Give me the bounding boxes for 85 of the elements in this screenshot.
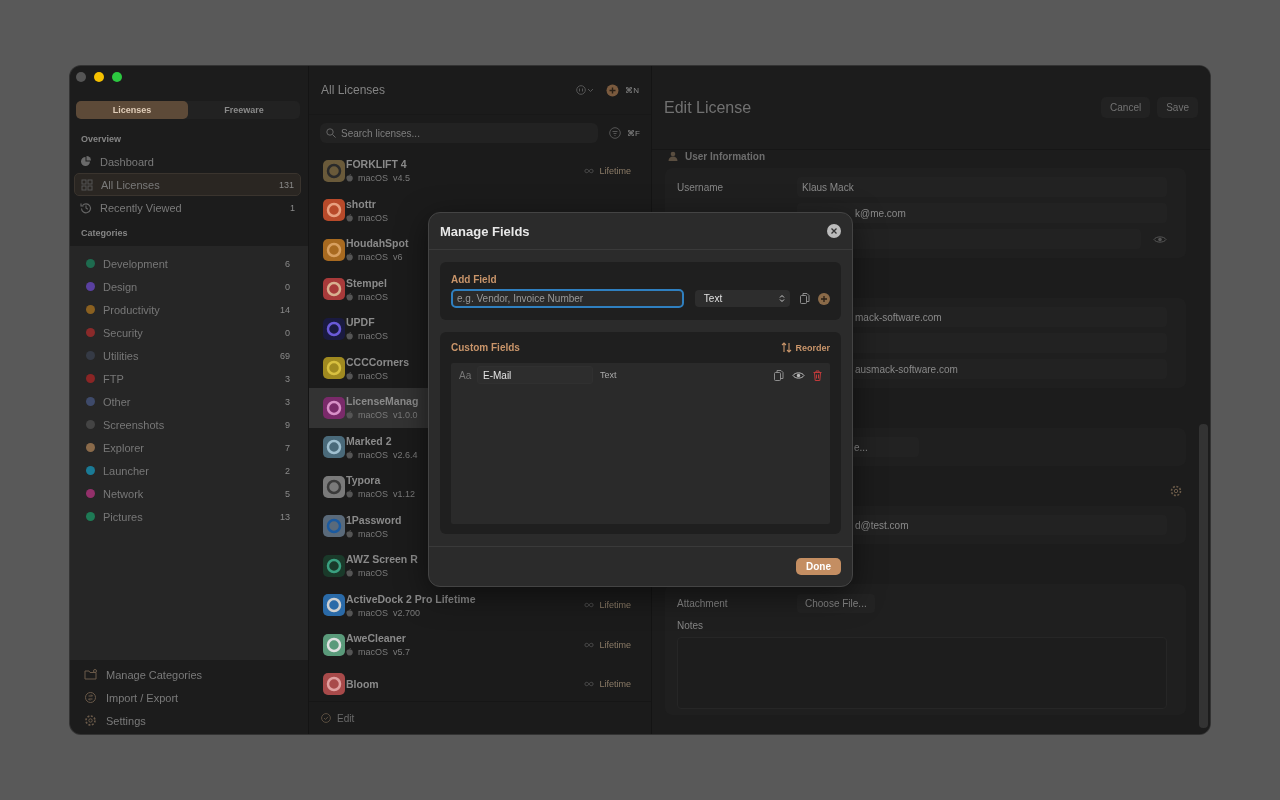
category-label: Screenshots: [103, 418, 166, 431]
category-count: 0: [285, 327, 290, 338]
field-label: Notes: [677, 618, 705, 633]
category-count: 3: [285, 396, 290, 407]
shortcut-hint: ⌘F: [627, 128, 640, 138]
item-label: Dashboard: [100, 155, 155, 168]
category-count: 6: [285, 258, 290, 269]
platform-label: macOS: [358, 607, 388, 618]
shortcut-hint: ⌘N: [625, 85, 639, 95]
app-name: FORKLIFT 4: [346, 158, 407, 171]
category-count: 3: [285, 373, 290, 384]
license-type: Lifetime: [599, 600, 631, 611]
app-name: AweCleaner: [346, 632, 406, 645]
category-label: Explorer: [103, 441, 145, 454]
category-count: 2: [285, 465, 290, 476]
action-label: Import / Export: [106, 691, 179, 704]
category-label: Development: [103, 257, 169, 270]
category-count: 7: [285, 442, 290, 453]
item-label: All Licenses: [101, 178, 161, 191]
version-label: v1.12: [393, 489, 416, 500]
field-label: Username: [677, 181, 725, 193]
app-name: shottr: [346, 197, 376, 210]
platform-label: macOS: [358, 647, 388, 658]
app-name: 1Password: [346, 513, 402, 526]
category-count: 69: [280, 350, 290, 361]
platform-label: macOS: [358, 173, 388, 184]
category-label: Productivity: [103, 303, 161, 316]
category-count: 5: [285, 488, 290, 499]
section-heading: Categories: [80, 227, 129, 240]
category-label: Launcher: [103, 464, 150, 477]
category-count: 14: [280, 304, 290, 315]
category-label: Network: [103, 487, 145, 500]
item-label: Recently Viewed: [100, 201, 183, 214]
version-label: v2.6.4: [393, 449, 418, 460]
action-label: Settings: [106, 714, 146, 727]
category-label: Other: [103, 395, 132, 408]
section-title: User Information: [685, 150, 765, 162]
platform-label: macOS: [358, 568, 388, 579]
app-name: LicenseManag: [346, 395, 419, 408]
app-name: Stempel: [346, 276, 387, 289]
version-label: v6: [393, 252, 403, 263]
platform-label: macOS: [358, 410, 388, 421]
item-count: 131: [278, 179, 294, 190]
category-count: 0: [285, 281, 290, 292]
platform-label: macOS: [358, 489, 388, 500]
action-label: Manage Categories: [106, 668, 202, 681]
page-title: Edit License: [664, 98, 753, 117]
platform-label: macOS: [358, 212, 388, 223]
field-label: Attachment: [677, 597, 729, 609]
category-label: Pictures: [103, 510, 144, 523]
app-name: UPDF: [346, 316, 375, 329]
field-type-icon: Aa: [459, 369, 477, 381]
license-type: Lifetime: [599, 165, 631, 176]
category-count: 13: [280, 511, 290, 522]
app-name: HoudahSpot: [346, 237, 409, 250]
dialog-title: Manage Fields: [440, 223, 531, 239]
platform-label: macOS: [358, 291, 388, 302]
section-heading: Overview: [80, 133, 123, 146]
app-name: CCCCorners: [346, 355, 409, 368]
field-type-label: Text: [600, 370, 618, 381]
license-type: Lifetime: [599, 679, 631, 690]
app-name: AWZ Screen R: [346, 553, 418, 566]
category-label: Design: [103, 280, 139, 293]
platform-label: macOS: [358, 370, 388, 381]
version-label: v2.700: [393, 607, 421, 618]
card-heading: Add Field: [451, 274, 498, 286]
list-title: All Licenses: [321, 83, 387, 97]
category-label: Security: [103, 326, 144, 339]
category-count: 9: [285, 419, 290, 430]
version-label: v4.5: [393, 173, 411, 184]
version-label: v5.7: [393, 647, 411, 658]
app-name: Bloom: [346, 678, 379, 691]
platform-label: macOS: [358, 449, 388, 460]
app-name: Marked 2: [346, 434, 392, 447]
app-name: Typora: [346, 474, 381, 487]
version-label: v1.0.0: [393, 410, 418, 421]
platform-label: macOS: [358, 331, 388, 342]
platform-label: macOS: [358, 252, 388, 263]
card-heading: Custom Fields: [451, 342, 521, 354]
platform-label: macOS: [358, 528, 388, 539]
app-name: ActiveDock 2 Pro Lifetime: [346, 592, 476, 605]
category-label: Utilities: [103, 349, 140, 362]
license-type: Lifetime: [599, 639, 631, 650]
item-count: 1: [290, 202, 295, 213]
category-label: FTP: [103, 372, 125, 385]
